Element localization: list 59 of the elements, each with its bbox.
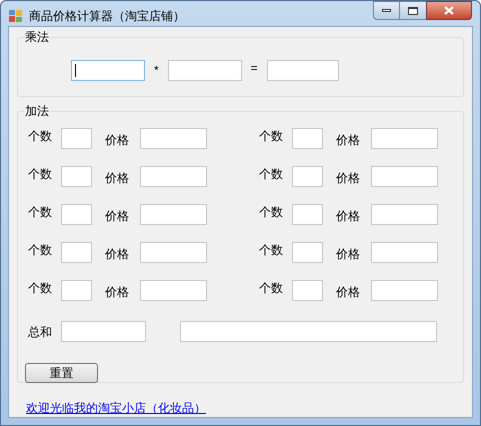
input-field[interactable] (61, 321, 146, 342)
price-label: 价格 (336, 132, 361, 149)
window-title: 商品价格计算器（淘宝店铺） (29, 8, 185, 25)
input-field[interactable] (168, 60, 242, 80)
count-label: 个数 (28, 280, 53, 297)
input-field[interactable] (140, 242, 207, 262)
price-label: 价格 (105, 132, 130, 149)
input-field[interactable] (292, 280, 323, 300)
count-label: 个数 (28, 204, 53, 221)
count-label: 个数 (259, 166, 284, 183)
multiply-sign: * (154, 62, 159, 79)
input-field[interactable] (140, 280, 207, 300)
input-field[interactable] (140, 128, 207, 148)
input-field[interactable] (61, 242, 92, 262)
input-field[interactable] (371, 166, 438, 186)
input-field[interactable] (371, 242, 438, 262)
input-field[interactable] (61, 128, 92, 148)
input-field[interactable] (61, 166, 92, 186)
price-label: 价格 (336, 170, 361, 187)
input-field[interactable] (371, 204, 438, 224)
input-field[interactable] (71, 60, 145, 80)
count-label: 个数 (259, 128, 284, 145)
input-field[interactable] (140, 204, 207, 224)
price-label: 价格 (336, 246, 361, 263)
input-field[interactable] (140, 166, 207, 186)
app-icon (9, 9, 23, 23)
equals-sign: = (250, 60, 258, 76)
price-label: 价格 (105, 170, 130, 187)
minimize-icon (382, 9, 391, 12)
maximize-button[interactable] (400, 1, 426, 20)
reset-button[interactable]: 重置 (25, 363, 98, 383)
count-label: 个数 (28, 128, 53, 145)
shop-link[interactable]: 欢迎光临我的淘宝小店（化妆品） (26, 399, 206, 417)
price-label: 价格 (105, 246, 130, 263)
input-field[interactable] (266, 60, 339, 80)
price-label: 价格 (336, 208, 361, 225)
input-field[interactable] (292, 128, 323, 148)
count-label: 个数 (259, 204, 284, 221)
count-label: 个数 (259, 280, 284, 297)
count-label: 个数 (28, 166, 53, 183)
minimize-button[interactable] (373, 1, 400, 20)
input-field[interactable] (180, 321, 437, 342)
close-button[interactable] (426, 1, 472, 20)
input-field[interactable] (61, 280, 92, 300)
price-label: 价格 (336, 284, 361, 301)
close-icon (444, 6, 454, 15)
input-field[interactable] (292, 242, 323, 262)
input-field[interactable] (371, 128, 438, 148)
total-label: 总和 (28, 324, 53, 340)
count-label: 个数 (259, 242, 284, 259)
input-field[interactable] (292, 166, 323, 186)
maximize-icon (408, 6, 418, 14)
input-field[interactable] (61, 204, 92, 224)
price-label: 价格 (105, 284, 130, 301)
text-cursor (75, 64, 76, 76)
count-label: 个数 (28, 242, 53, 259)
input-field[interactable] (292, 204, 323, 224)
price-label: 价格 (105, 208, 130, 225)
input-field[interactable] (371, 280, 438, 300)
